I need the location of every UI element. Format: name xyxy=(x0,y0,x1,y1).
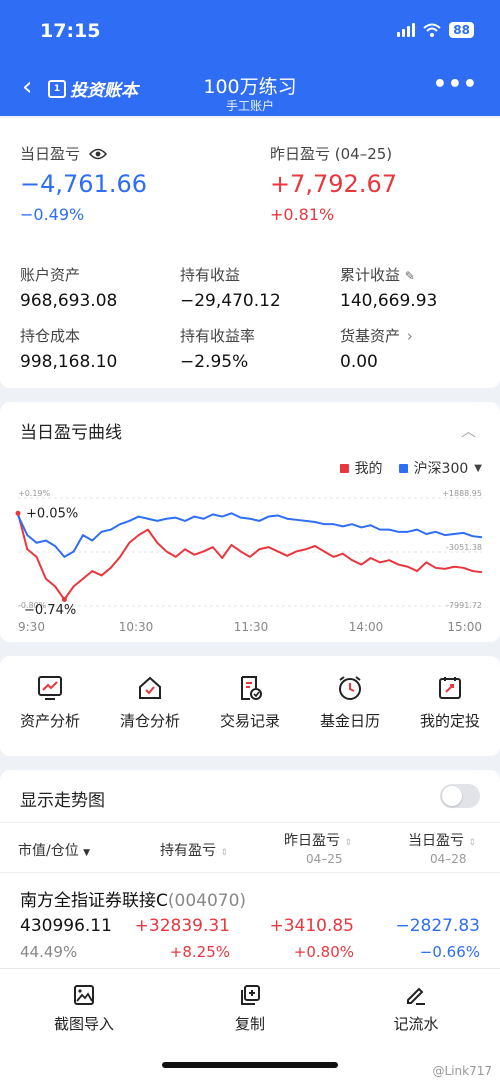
x-tick-label: 10:30 xyxy=(119,620,154,634)
account-assets-value: 968,693.08 xyxy=(20,291,118,311)
trend-toggle[interactable] xyxy=(440,784,480,808)
profit-curve-chart: +0.19%-0.80%+1888.95-3051.38-7991.72+0.0… xyxy=(15,489,483,634)
holding-return-value: −2.95% xyxy=(180,352,249,372)
holding-profit-label: 持有收益 xyxy=(180,266,241,284)
header-bar: 17:15 88 ‹ 1 投资账本 100万练习 手工账户 ••• xyxy=(0,0,500,116)
log-flow-button[interactable]: 记流水 xyxy=(356,983,476,1034)
right-axis-label: -3051.38 xyxy=(446,543,482,552)
log-flow-label: 记流水 xyxy=(393,1015,439,1033)
total-profit-value: 140,669.93 xyxy=(340,291,438,311)
calendar-icon xyxy=(439,677,461,699)
copy-icon xyxy=(241,985,260,1005)
money-fund-label[interactable]: 货基资产 › xyxy=(340,325,413,346)
yesterday-profit-pct: +0.81% xyxy=(270,205,335,224)
status-time: 17:15 xyxy=(40,20,101,42)
max-annotation: +0.05% xyxy=(26,506,78,521)
watermark-text: @Link717 xyxy=(432,1064,492,1078)
left-axis-label: +0.19% xyxy=(18,489,51,498)
shortcut-trade-records[interactable]: 交易记录 xyxy=(200,674,300,731)
clock-icon xyxy=(339,676,361,700)
money-fund-value: 0.00 xyxy=(340,352,378,372)
hold-profit-pct: +8.25% xyxy=(169,943,230,961)
chart-icon xyxy=(38,676,62,700)
screenshot-import-label: 截图导入 xyxy=(53,1015,114,1033)
today-profit-pct-row: −0.66% xyxy=(419,943,480,961)
home-indicator[interactable] xyxy=(162,1062,338,1068)
today-profit-label: 当日盈亏 xyxy=(20,143,107,164)
wifi-icon xyxy=(423,23,441,37)
col-header-hold-profit[interactable]: 持有盈亏 ⇕ xyxy=(160,840,228,860)
today-profit-value: −4,761.66 xyxy=(20,170,147,198)
eye-icon[interactable] xyxy=(88,148,107,160)
fund-name: 南方全指证券联接C(004070) xyxy=(20,891,247,911)
today-profit-pct: −0.49% xyxy=(20,205,85,224)
trend-toggle-label: 显示走势图 xyxy=(20,791,105,811)
more-icon[interactable]: ••• xyxy=(433,72,478,97)
screenshot-import-button[interactable]: 截图导入 xyxy=(24,983,144,1034)
col-header-today-date: 04–28 xyxy=(430,852,467,866)
yesterday-profit: +3410.85 xyxy=(269,916,354,936)
copy-label: 复制 xyxy=(234,1015,265,1033)
chevron-right-icon[interactable]: › xyxy=(407,327,413,345)
divider xyxy=(0,872,500,873)
shortcut-clearance-analysis[interactable]: 清仓分析 xyxy=(100,674,200,731)
copy-button[interactable]: 复制 xyxy=(190,983,310,1034)
shortcut-my-sip[interactable]: 我的定投 xyxy=(400,674,500,731)
shortcut-label: 资产分析 xyxy=(19,712,80,730)
col-header-market-value[interactable]: 市值/仓位 ▼ xyxy=(18,840,90,860)
total-profit-label[interactable]: 累计收益 ✎ xyxy=(340,264,415,285)
pen-icon xyxy=(407,987,425,1005)
page-subtitle: 手工账户 xyxy=(225,99,274,113)
shortcut-panel: 资产分析 清仓分析 交易记录 基金日历 我的定投 xyxy=(0,656,500,756)
col-header-yesterday-date: 04–25 xyxy=(306,852,343,866)
image-icon xyxy=(74,985,94,1005)
yesterday-profit-value: +7,792.67 xyxy=(270,170,397,198)
record-icon xyxy=(241,676,262,700)
position-pct: 44.49% xyxy=(20,943,78,961)
hold-profit: +32839.31 xyxy=(134,916,230,936)
summary-card: 当日盈亏 −4,761.66 −0.49% 昨日盈亏 (04–25) +7,79… xyxy=(0,118,500,388)
series-line-mine xyxy=(17,513,483,601)
house-icon xyxy=(139,676,161,699)
page-title: 100万练习 xyxy=(203,76,297,98)
holdings-card: 显示走势图 市值/仓位 ▼ 持有盈亏 ⇕ 昨日盈亏 ⇕ 04–25 当日盈亏 ⇕… xyxy=(0,770,500,985)
status-icons: 88 xyxy=(397,22,474,38)
battery-indicator: 88 xyxy=(449,22,474,38)
yesterday-profit-label: 昨日盈亏 (04–25) xyxy=(270,145,393,163)
holding-profit-value: −29,470.12 xyxy=(180,291,281,311)
edit-icon[interactable]: ✎ xyxy=(405,269,415,283)
x-tick-label: 9:30 xyxy=(18,620,45,634)
holding-cost-value: 998,168.10 xyxy=(20,352,118,372)
market-value: 430996.11 xyxy=(20,916,112,936)
yesterday-profit-pct: +0.80% xyxy=(293,943,354,961)
shortcut-label: 交易记录 xyxy=(219,712,280,730)
x-tick-label: 11:30 xyxy=(234,620,269,634)
min-marker xyxy=(61,596,67,602)
x-tick-label: 14:00 xyxy=(349,620,384,634)
min-annotation: −0.74% xyxy=(24,603,76,618)
holding-cost-label: 持仓成本 xyxy=(20,327,81,345)
col-header-today[interactable]: 当日盈亏 ⇕ xyxy=(408,830,476,850)
x-tick-label: 15:00 xyxy=(447,620,482,634)
right-axis-label: -7991.72 xyxy=(446,601,482,610)
shortcut-asset-analysis[interactable]: 资产分析 xyxy=(0,674,100,731)
series-line-index xyxy=(17,512,483,558)
holding-return-label: 持有收益率 xyxy=(180,327,256,345)
divider xyxy=(0,822,500,823)
shortcut-label: 清仓分析 xyxy=(119,712,180,730)
shortcut-label: 我的定投 xyxy=(419,712,480,730)
today-profit: −2827.83 xyxy=(395,916,480,936)
profit-curve-card: 当日盈亏曲线 ︿ 我的 沪深300 ▼ +0.19% -0.80% +1888.95… xyxy=(0,402,500,642)
col-header-yesterday[interactable]: 昨日盈亏 ⇕ xyxy=(284,830,352,850)
account-assets-label: 账户资产 xyxy=(20,266,81,284)
signal-icon xyxy=(397,23,416,37)
max-marker xyxy=(15,510,21,516)
shortcut-label: 基金日历 xyxy=(319,712,380,730)
right-axis-label: +1888.95 xyxy=(442,489,482,498)
shortcut-fund-calendar[interactable]: 基金日历 xyxy=(300,674,400,731)
